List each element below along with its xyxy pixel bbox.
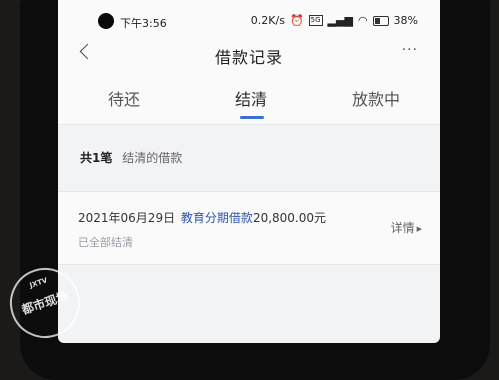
app-header: 借款记录 ··· xyxy=(58,38,440,74)
tab-bar: 待还 结清 放款中 xyxy=(58,74,440,125)
battery-level: 38% xyxy=(393,14,418,27)
loan-record-item[interactable]: 2021年06月29日 教育分期借款20,800.00元 已全部结清 详情 ▶ xyxy=(58,191,440,265)
front-camera xyxy=(98,13,114,29)
tab-disbursing[interactable]: 放款中 xyxy=(352,86,400,110)
page-title: 借款记录 xyxy=(214,48,283,67)
network-type-icon: 5G xyxy=(308,15,323,26)
loan-amount: 20,800.00元 xyxy=(252,211,327,225)
status-time: 下午3:56 xyxy=(120,17,167,30)
status-indicators: 0.2K/s ⏰ 5G ▂▄▆ ◠ 38% xyxy=(251,14,418,27)
active-tab-indicator xyxy=(240,116,264,119)
loan-date: 2021年06月29日 xyxy=(78,211,176,225)
detail-label: 详情 xyxy=(390,221,415,235)
more-options-icon[interactable]: ··· xyxy=(402,42,418,58)
battery-icon xyxy=(372,15,389,26)
loan-summary: 共1笔 结清的借款 xyxy=(80,149,182,166)
loan-name: 教育分期借款 xyxy=(180,211,253,225)
alarm-icon: ⏰ xyxy=(289,14,304,27)
loan-detail-link[interactable]: 详情 ▶ xyxy=(391,219,422,236)
network-speed: 0.2K/s xyxy=(250,14,285,27)
chevron-right-icon: ▶ xyxy=(416,224,422,233)
status-bar: 下午3:56 0.2K/s ⏰ 5G ▂▄▆ ◠ 38% xyxy=(58,0,440,38)
phone-screen: 下午3:56 0.2K/s ⏰ 5G ▂▄▆ ◠ 38% 借款记录 ··· 待还… xyxy=(58,0,440,343)
loan-status: 已全部结清 xyxy=(78,236,133,249)
loan-info-line: 2021年06月29日 教育分期借款20,800.00元 xyxy=(78,209,326,226)
tab-pending[interactable]: 待还 xyxy=(108,86,140,110)
loan-count: 共1笔 xyxy=(80,151,113,165)
loan-summary-desc: 结清的借款 xyxy=(122,151,183,165)
signal-icon: ▂▄▆ xyxy=(327,14,353,27)
tab-settled[interactable]: 结清 xyxy=(235,86,267,110)
wifi-icon: ◠ xyxy=(357,14,368,27)
